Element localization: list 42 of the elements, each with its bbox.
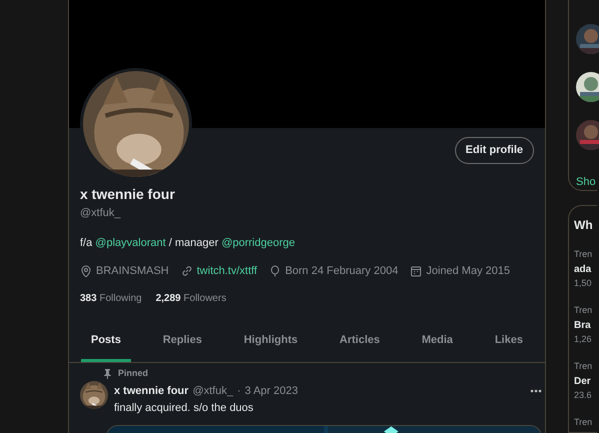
trend-count: 23.6 (574, 388, 593, 402)
edit-profile-button[interactable]: Edit profile (454, 137, 534, 164)
trend-context: Tren (574, 360, 594, 373)
profile-tab[interactable]: Likes (484, 320, 533, 362)
profile-tab[interactable]: Replies (152, 320, 212, 362)
post-text: finally acquired. s/o the duos (114, 400, 254, 416)
show-more-link[interactable]: Sho (576, 174, 597, 190)
profile-tab[interactable]: Highlights (234, 320, 308, 362)
balloon-icon (269, 264, 282, 277)
profile-bio: f/a @playvalorant / manager @porridgeorge (80, 236, 296, 251)
pinned-label: Pinned (118, 366, 148, 380)
trend-name[interactable]: ada (574, 262, 597, 276)
separator-dot: · (237, 384, 241, 399)
profile-detail: Joined May 2015 (426, 264, 510, 278)
profile-tab[interactable]: Media (412, 320, 463, 362)
trend-context: Tren (574, 304, 594, 317)
trends-title: Wh (574, 217, 594, 234)
profile-name: x twennie four (80, 184, 176, 204)
profile-tab[interactable]: Posts (81, 320, 131, 362)
trend-name[interactable]: Bra (574, 318, 597, 332)
mention-link[interactable]: @porridgeorge (221, 237, 295, 249)
follow-stat-link[interactable]: 2,289 Followers (156, 291, 226, 306)
profile-tab[interactable]: Articles (330, 320, 390, 362)
trend-name[interactable]: Der (574, 374, 597, 388)
pin-icon (102, 368, 113, 379)
follow-stat-link[interactable]: 383 Following (80, 291, 142, 306)
calendar-icon (410, 264, 422, 277)
trend-context: Tren (574, 416, 594, 429)
website-link[interactable]: twitch.tv/xttff (196, 262, 258, 279)
trend-count: 1,50 (574, 276, 593, 290)
link-icon (180, 264, 193, 277)
mention-link[interactable]: @playvalorant (95, 237, 166, 249)
more-icon[interactable] (530, 389, 542, 394)
post-handle: @xtfuk_ (192, 384, 234, 399)
post-author: x twennie four (114, 384, 189, 399)
trend-count: 1,26 (574, 332, 593, 346)
post-date: 3 Apr 2023 (244, 384, 298, 399)
profile-detail: Born 24 February 2004 (285, 264, 398, 278)
profile-handle: @xtfuk_ (80, 206, 122, 220)
trend-context: Tren (574, 248, 594, 261)
profile-detail: BRAINSMASH (96, 264, 169, 278)
location-pin-icon (80, 264, 92, 277)
